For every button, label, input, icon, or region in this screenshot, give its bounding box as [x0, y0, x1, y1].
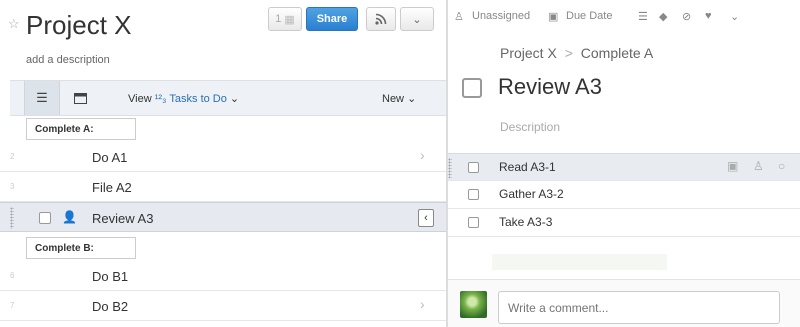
- task-row[interactable]: 6 Do B1: [0, 261, 446, 291]
- subtask-label[interactable]: Take A3-3: [499, 215, 552, 229]
- row-number: 7: [10, 301, 15, 310]
- comment-icon[interactable]: ○: [778, 159, 785, 173]
- task-title[interactable]: Review A3: [498, 74, 602, 100]
- task-complete-checkbox[interactable]: [462, 78, 482, 98]
- heart-icon[interactable]: ♥: [705, 10, 712, 22]
- rss-icon: [375, 13, 387, 25]
- members-button[interactable]: 1 ▦: [268, 7, 302, 31]
- subtask-row-selected[interactable]: Read A3-1 ▣ ♙ ○: [448, 153, 800, 181]
- members-count: 1: [275, 13, 282, 25]
- members-icon: ▦: [284, 13, 295, 26]
- chevron-down-icon: ⌄: [407, 93, 417, 105]
- subtask-row[interactable]: Gather A3-2: [448, 181, 800, 209]
- task-label[interactable]: Do B2: [92, 299, 128, 314]
- new-dropdown[interactable]: New ⌄: [382, 92, 416, 105]
- assignee-icon[interactable]: ♙: [454, 10, 464, 23]
- more-options-button[interactable]: ⌄: [400, 7, 434, 31]
- chevron-down-icon[interactable]: ⌄: [730, 10, 739, 23]
- subtask-label[interactable]: Gather A3-2: [499, 187, 564, 201]
- list-view-button[interactable]: ☰: [24, 81, 60, 115]
- task-label[interactable]: Do B1: [92, 269, 128, 284]
- subtask-checkbox[interactable]: [468, 217, 479, 228]
- sort-icon: ¹²₃: [154, 93, 167, 105]
- section-header[interactable]: Complete A:: [26, 118, 136, 140]
- star-icon[interactable]: ☆: [8, 16, 20, 32]
- attachment-icon[interactable]: ⊘: [682, 10, 691, 23]
- project-pane: ☆ Project X add a description 1 ▦ Share …: [0, 0, 446, 327]
- avatar: [460, 291, 487, 318]
- detail-toolbar: ♙ Unassigned ▣ Due Date ☰ ◆ ⊘ ♥ ⌄: [448, 0, 800, 32]
- share-button[interactable]: Share: [306, 7, 358, 31]
- drag-handle[interactable]: [448, 158, 452, 178]
- calendar-view-button[interactable]: [62, 81, 98, 115]
- task-checkbox[interactable]: [39, 212, 51, 224]
- due-date-button[interactable]: Due Date: [566, 10, 612, 22]
- comment-area: [448, 279, 800, 327]
- collapse-details-button[interactable]: ‹: [418, 209, 434, 227]
- list-toolbar: ☰ View ¹²₃ Tasks to Do ⌄ New ⌄: [10, 80, 446, 116]
- chevron-down-icon: ⌄: [412, 13, 422, 26]
- tag-icon[interactable]: ◆: [659, 10, 667, 23]
- subtasks-icon[interactable]: ☰: [638, 10, 648, 23]
- subtask-row[interactable]: Take A3-3: [448, 209, 800, 237]
- subtask-checkbox[interactable]: [468, 189, 479, 200]
- row-number: 6: [10, 271, 15, 280]
- breadcrumb: Project X > Complete A: [500, 45, 653, 61]
- drag-handle[interactable]: [10, 207, 14, 229]
- task-description-field[interactable]: Description: [500, 120, 560, 134]
- subtask-label[interactable]: Read A3-1: [499, 160, 556, 174]
- comment-input[interactable]: [498, 291, 780, 324]
- list-icon: ☰: [36, 90, 48, 105]
- calendar-icon[interactable]: ▣: [727, 159, 738, 173]
- chevron-down-icon: ⌄: [229, 93, 240, 105]
- row-number: 2: [10, 152, 15, 161]
- assignee-button[interactable]: Unassigned: [472, 10, 530, 22]
- task-row[interactable]: 3 File A2: [0, 172, 446, 202]
- section-header[interactable]: Complete B:: [26, 237, 136, 259]
- breadcrumb-section[interactable]: Complete A: [581, 45, 653, 61]
- task-row[interactable]: 7 Do B2 ›: [0, 291, 446, 321]
- calendar-icon: [73, 93, 87, 104]
- new-label: New: [382, 93, 405, 105]
- calendar-icon[interactable]: ▣: [548, 10, 558, 23]
- rss-button[interactable]: [366, 7, 396, 31]
- row-number: 3: [10, 182, 15, 191]
- task-label[interactable]: Review A3: [92, 211, 153, 226]
- task-row[interactable]: 2 Do A1 ›: [0, 142, 446, 172]
- chevron-right-icon[interactable]: ›: [420, 296, 425, 312]
- view-label: View: [128, 93, 152, 105]
- task-label[interactable]: File A2: [92, 180, 132, 195]
- chevron-right-icon[interactable]: ›: [420, 147, 425, 163]
- activity-placeholder: [492, 254, 667, 270]
- task-label[interactable]: Do A1: [92, 150, 127, 165]
- assignee-icon[interactable]: ♙: [753, 159, 764, 173]
- view-value: Tasks to Do: [169, 93, 227, 105]
- assignee-icon[interactable]: 👤: [62, 210, 77, 224]
- breadcrumb-separator: >: [564, 45, 573, 61]
- project-title[interactable]: Project X: [26, 10, 132, 41]
- subtask-checkbox[interactable]: [468, 162, 479, 173]
- task-detail-pane: ♙ Unassigned ▣ Due Date ☰ ◆ ⊘ ♥ ⌄ Projec…: [448, 0, 800, 327]
- view-dropdown[interactable]: View ¹²₃ Tasks to Do ⌄: [128, 92, 239, 105]
- breadcrumb-project[interactable]: Project X: [500, 45, 557, 61]
- add-description-link[interactable]: add a description: [26, 54, 110, 66]
- task-row-selected[interactable]: 👤 Review A3 ‹: [0, 202, 446, 232]
